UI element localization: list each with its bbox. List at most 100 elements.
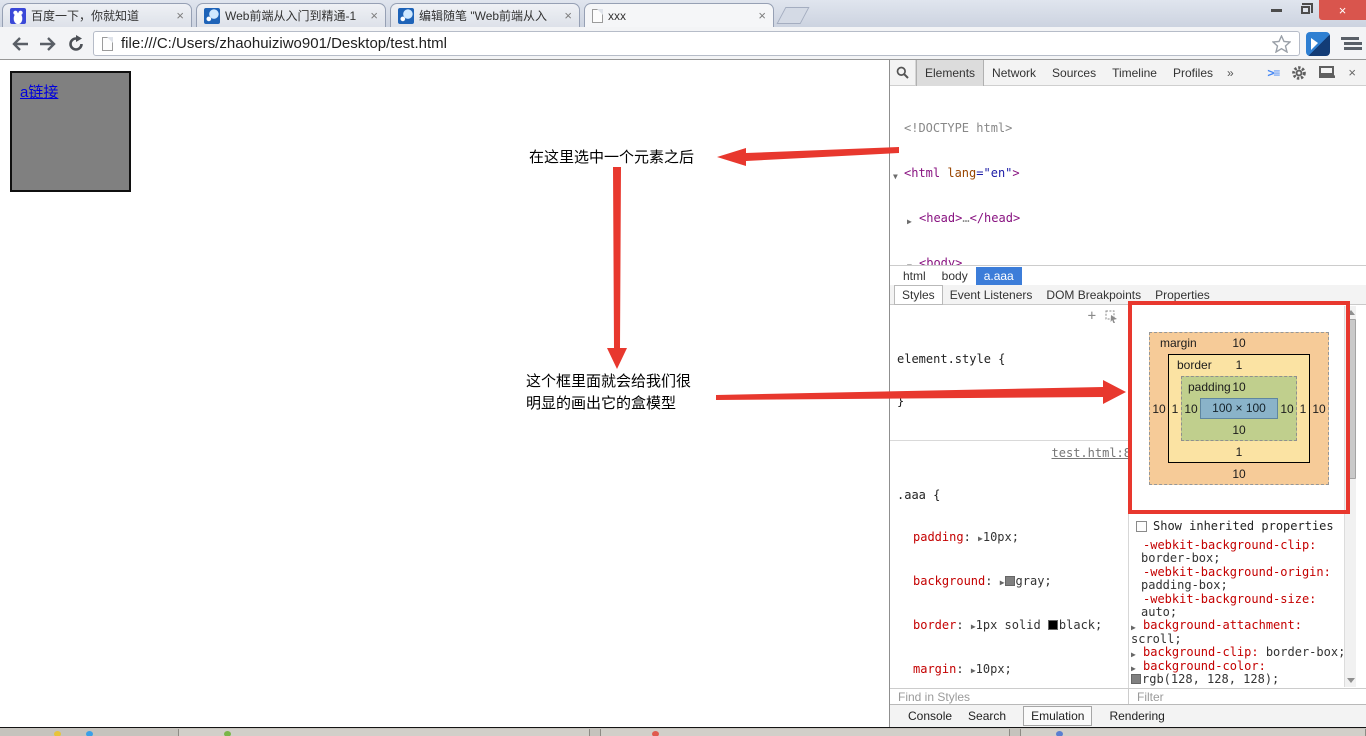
css-property[interactable]: padding: ▶10px;	[897, 530, 1126, 546]
twisty-closed-icon[interactable]: ▶	[907, 214, 912, 229]
tab-close-icon[interactable]: ×	[370, 9, 378, 22]
computed-property-expandable[interactable]: ▶background-attachment:	[1129, 619, 1344, 632]
dom-body-open[interactable]: ▼<body>	[890, 256, 1366, 265]
browser-tab-web-frontend[interactable]: Web前端从入门到精通-1 ×	[196, 3, 386, 27]
twisty-open-icon[interactable]: ▼	[893, 169, 898, 184]
dom-html-open[interactable]: ▼<html lang="en">	[890, 166, 1366, 181]
bookmark-star-icon[interactable]	[1272, 35, 1291, 53]
tab-close-icon[interactable]: ×	[758, 9, 766, 22]
more-panels-chevron[interactable]: »	[1221, 62, 1240, 84]
rule-element-style[interactable]: + element.style { }	[890, 305, 1128, 441]
taskbar-icon	[1056, 731, 1063, 736]
box-model-padding[interactable]: padding 10 10 10 10 100 × 100	[1181, 376, 1297, 441]
breadcrumb-html[interactable]: html	[895, 267, 934, 285]
chrome-menu-button[interactable]	[1338, 34, 1362, 54]
breadcrumb-a-aaa-selected[interactable]: a.aaa	[976, 267, 1022, 285]
box-model-border[interactable]: border 1 1 1 1 padding 10 10 10 10 100 ×…	[1168, 354, 1310, 463]
cnblogs-icon	[398, 8, 414, 24]
taskbar-button[interactable]	[178, 729, 590, 736]
sidebar-tabs: Styles Event Listeners DOM Breakpoints P…	[890, 285, 1366, 305]
computed-property[interactable]: -webkit-background-origin:	[1129, 566, 1344, 579]
scrollbar-thumb[interactable]	[1346, 319, 1356, 479]
dock-side-icon[interactable]	[1319, 66, 1336, 80]
back-arrow-icon	[11, 37, 29, 51]
css-property[interactable]: margin: ▶10px;	[897, 662, 1126, 678]
padding-bottom-value[interactable]: 10	[1182, 423, 1296, 437]
new-style-rule-plus-icon[interactable]: +	[1088, 309, 1096, 323]
box-model-content[interactable]: 100 × 100	[1200, 398, 1278, 419]
margin-top-value[interactable]: 10	[1150, 336, 1328, 350]
back-button[interactable]	[8, 32, 32, 56]
devtools-tab-profiles[interactable]: Profiles	[1165, 60, 1221, 86]
breadcrumb-body[interactable]: body	[934, 267, 976, 285]
css-property[interactable]: background: ▶gray;	[897, 574, 1126, 590]
margin-left-value[interactable]: 10	[1150, 333, 1168, 484]
devtools-tab-sources[interactable]: Sources	[1044, 60, 1104, 86]
scroll-down-icon[interactable]	[1347, 678, 1355, 683]
drawer-tab-console[interactable]: Console	[908, 709, 952, 723]
new-tab-button[interactable]	[776, 7, 809, 24]
devtools-close-icon[interactable]: ×	[1348, 65, 1356, 80]
reload-button[interactable]	[64, 32, 88, 56]
margin-right-value[interactable]: 10	[1310, 333, 1328, 484]
reload-icon	[67, 35, 85, 53]
taskbar-icon[interactable]	[54, 731, 61, 736]
scroll-up-icon[interactable]	[1347, 310, 1355, 315]
extension-button[interactable]	[1306, 32, 1330, 56]
color-swatch-gray[interactable]	[1005, 576, 1015, 586]
window-minimize-button[interactable]	[1262, 0, 1290, 20]
taskbar-button[interactable]	[600, 729, 1010, 736]
element-state-icon[interactable]	[1105, 310, 1118, 323]
computed-value: rgb(128, 128, 128);	[1129, 673, 1344, 686]
metrics-scrollbar[interactable]	[1344, 306, 1356, 687]
computed-style-list: -webkit-background-clip: border-box; -we…	[1129, 539, 1344, 686]
tab-event-listeners[interactable]: Event Listeners	[943, 286, 1040, 304]
url-text[interactable]: file:///C:/Users/zhaohuiziwo901/Desktop/…	[121, 35, 1264, 52]
border-top-value[interactable]: 1	[1169, 358, 1309, 372]
source-link[interactable]: test.html:8	[1052, 446, 1129, 460]
gray-demo-box: a链接	[10, 71, 131, 192]
box-model-margin[interactable]: margin 10 10 10 10 border 1 1 1 1 paddin…	[1149, 332, 1329, 485]
browser-tab-baidu[interactable]: 百度一下，你就知道 ×	[2, 3, 192, 27]
filter-input[interactable]: Filter	[1129, 689, 1366, 704]
tab-styles[interactable]: Styles	[894, 285, 943, 305]
browser-tab-edit-note[interactable]: 编辑随笔 "Web前端从入 ×	[390, 3, 580, 27]
computed-property-expandable[interactable]: ▶background-clip: border-box;	[1129, 646, 1344, 659]
tab-properties[interactable]: Properties	[1148, 286, 1217, 304]
tab-dom-breakpoints[interactable]: DOM Breakpoints	[1039, 286, 1148, 304]
window-close-button[interactable]: ×	[1319, 0, 1366, 20]
a-link[interactable]: a链接	[20, 84, 58, 101]
dom-doctype[interactable]: <!DOCTYPE html>	[890, 121, 1366, 136]
computed-property-expandable[interactable]: ▶background-color:	[1129, 660, 1344, 673]
gear-icon[interactable]	[1291, 65, 1307, 81]
css-property[interactable]: border: ▶1px solid black;	[897, 618, 1126, 634]
dom-head[interactable]: ▶<head>…</head>	[890, 211, 1366, 226]
devtools-tab-elements[interactable]: Elements	[916, 60, 984, 86]
cnblogs-icon	[204, 8, 220, 24]
window-restore-button[interactable]	[1291, 0, 1319, 20]
border-bottom-value[interactable]: 1	[1169, 445, 1309, 459]
tab-close-icon[interactable]: ×	[176, 9, 184, 22]
tab-close-icon[interactable]: ×	[564, 9, 572, 22]
taskbar-button[interactable]	[1020, 729, 1366, 736]
address-bar[interactable]: file:///C:/Users/zhaohuiziwo901/Desktop/…	[93, 31, 1300, 56]
forward-button[interactable]	[36, 32, 60, 56]
windows-taskbar[interactable]	[0, 727, 1366, 736]
computed-property[interactable]: -webkit-background-size:	[1129, 593, 1344, 606]
devtools-tab-network[interactable]: Network	[984, 60, 1044, 86]
show-inherited-checkbox[interactable]	[1136, 521, 1147, 532]
rule-aaa[interactable]: test.html:8 .aaa { padding: ▶10px; backg…	[890, 441, 1128, 688]
console-drawer-icon[interactable]: >≡	[1267, 66, 1279, 80]
taskbar-icon[interactable]	[86, 731, 93, 736]
drawer-tab-search[interactable]: Search	[968, 709, 1006, 723]
margin-bottom-value[interactable]: 10	[1150, 467, 1328, 481]
computed-property[interactable]: -webkit-background-clip:	[1129, 539, 1344, 552]
browser-tab-xxx-active[interactable]: xxx ×	[584, 3, 774, 27]
devtools-search-button[interactable]	[890, 60, 916, 85]
find-in-styles-input[interactable]: Find in Styles	[890, 689, 1129, 704]
drawer-tab-emulation[interactable]: Emulation	[1023, 706, 1092, 726]
devtools-tab-timeline[interactable]: Timeline	[1104, 60, 1165, 86]
color-swatch-black[interactable]	[1048, 620, 1058, 630]
computed-value: border-box;	[1129, 552, 1344, 565]
drawer-tab-rendering[interactable]: Rendering	[1109, 709, 1164, 723]
